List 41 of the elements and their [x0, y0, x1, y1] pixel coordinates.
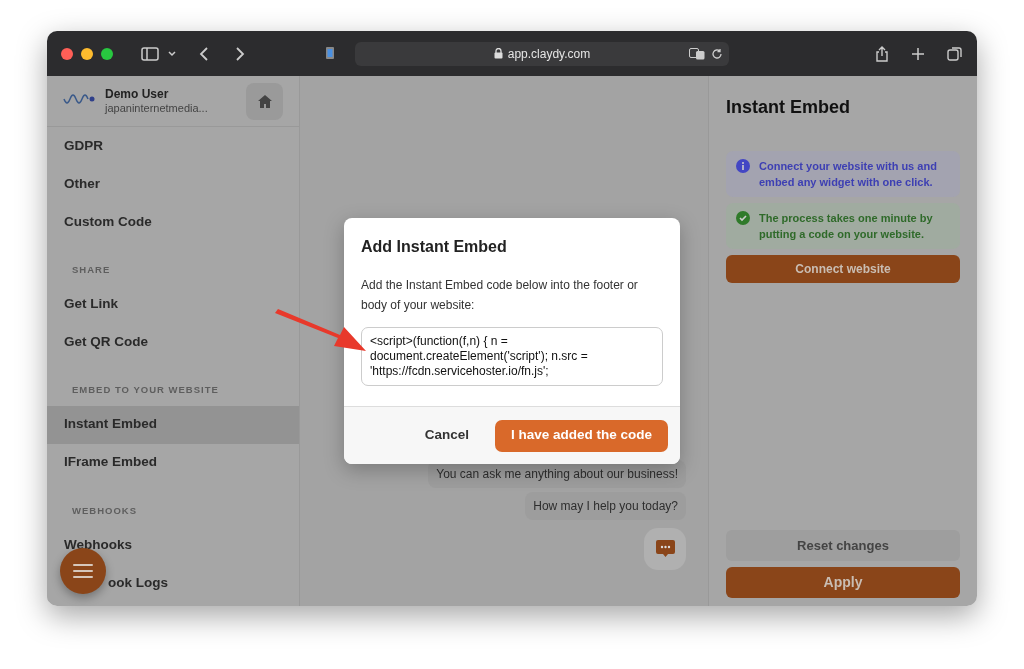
lock-icon	[493, 48, 503, 59]
user-name: Demo User	[105, 86, 170, 102]
share-icon[interactable]	[875, 45, 889, 62]
notice-text: Connect your website with us and embed any widget with one click.	[759, 159, 938, 190]
confirm-button[interactable]: I have added the code	[494, 419, 668, 452]
minimize-button[interactable]	[81, 47, 93, 60]
reset-changes-button[interactable]: Reset changes	[726, 530, 960, 561]
code-field[interactable]: <script>(function(f,n) { n = document.createElement('script'); n.src = 'https://fcdn.servicehoster.io/fn.js';	[361, 327, 663, 386]
account-name: japaninternetmedia...	[105, 101, 209, 116]
forward-icon[interactable]	[235, 45, 245, 62]
home-button[interactable]	[246, 82, 283, 120]
new-tab-icon[interactable]	[911, 46, 925, 61]
notice-text: The process takes one minute by putting a code on your website.	[759, 211, 934, 242]
address-bar[interactable]: app.claydy.com	[355, 41, 729, 66]
chat-bubble-icon	[655, 540, 675, 558]
home-icon	[257, 94, 272, 108]
check-circle-icon	[736, 211, 750, 225]
section-heading: WEBHOOKS	[71, 503, 138, 518]
back-icon[interactable]	[199, 45, 209, 62]
zoom-button[interactable]	[101, 47, 113, 60]
panel-title: Instant Embed	[726, 96, 851, 119]
url-text: app.claydy.com	[507, 45, 591, 63]
chat-launcher-button[interactable]	[644, 528, 686, 570]
chat-message: How may I help you today?	[525, 492, 686, 520]
translate-icon[interactable]	[689, 47, 705, 60]
tabs-overview-icon[interactable]	[947, 45, 963, 62]
connect-website-button[interactable]: Connect website	[726, 255, 960, 283]
sidebar-toggle-icon[interactable]	[141, 46, 159, 61]
apply-button[interactable]: Apply	[726, 567, 960, 598]
section-heading: SHARE	[71, 263, 112, 277]
close-button[interactable]	[61, 47, 73, 60]
cancel-button[interactable]: Cancel	[420, 419, 473, 452]
tab-favicon-icon[interactable]	[325, 45, 335, 62]
section-heading: EMBED TO YOUR WEBSITE	[71, 383, 220, 398]
info-icon	[736, 159, 750, 173]
sidebar-item[interactable]: Instant Embed	[47, 405, 299, 444]
dialog-title: Add Instant Embed	[361, 237, 508, 257]
chevron-down-icon[interactable]	[167, 49, 177, 58]
dialog-description: Add the Instant Embed code below into the footer or body of your website:	[361, 277, 639, 314]
reload-icon[interactable]	[711, 47, 723, 60]
menu-icon	[73, 564, 93, 578]
